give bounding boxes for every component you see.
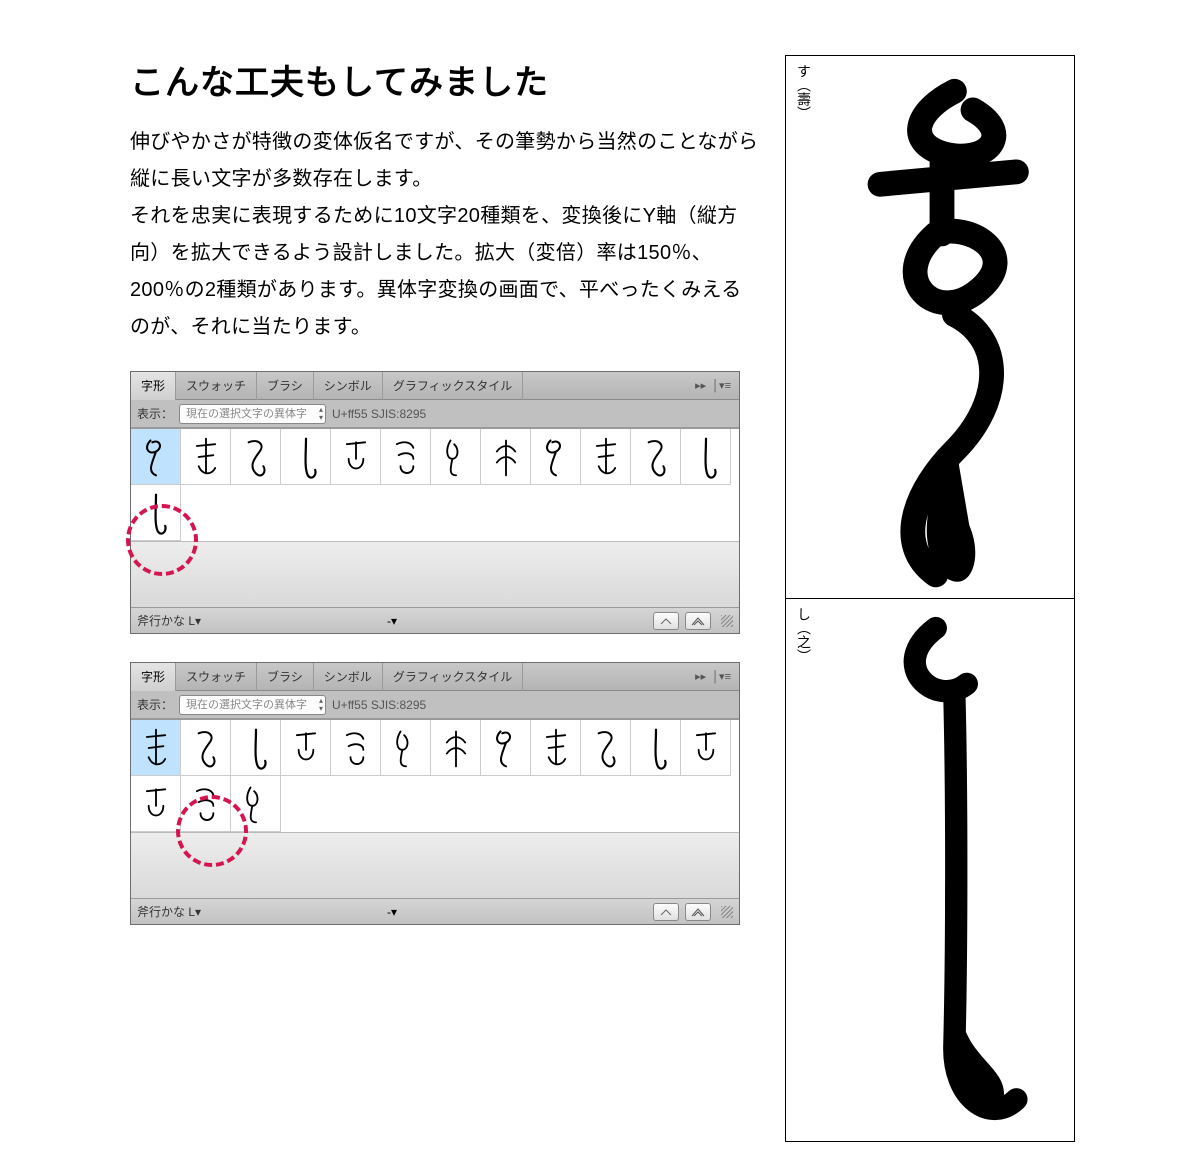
glyph-panel: 字形スウォッチブラシシンボルグラフィックスタイル ▸▸ │▾≡ 表示： 現在の選… [130,662,740,925]
font-select[interactable]: 斧行かな L▾ [137,612,381,629]
panel-tab[interactable]: グラフィックスタイル [383,372,523,400]
panel-tab[interactable]: ブラシ [257,663,314,691]
show-label: 表示： [137,696,173,713]
font-select[interactable]: 斧行かな L▾ [137,903,381,920]
sample-label: し（之） [794,607,814,1133]
glyph-cell[interactable] [281,429,331,485]
glyph-cell[interactable] [231,720,281,776]
sample-glyph [818,607,1066,1133]
glyph-cell[interactable] [431,429,481,485]
panel-tab[interactable]: ブラシ [257,372,314,400]
fast-forward-icon[interactable]: ▸▸ [695,670,706,683]
body-text: 伸びやかさが特徴の変体仮名ですが、その筆勢から当然のことながら縦に長い文字が多数… [130,124,760,346]
glyph-cell[interactable] [131,720,181,776]
unicode-info: U+ff55 SJIS:8295 [332,407,426,421]
glyph-cell[interactable] [281,720,331,776]
panel-tab[interactable]: スウォッチ [176,663,257,691]
show-select[interactable]: 現在の選択文字の異体字▴▾ [179,404,326,424]
glyph-cell[interactable] [131,485,181,541]
unicode-info: U+ff55 SJIS:8295 [332,698,426,712]
style-select[interactable]: -▾ [387,614,397,628]
panel-tab[interactable]: シンボル [314,663,383,691]
glyph-cell[interactable] [581,429,631,485]
glyph-sample: す（壽） [785,55,1075,599]
panel-menu-icon[interactable]: │▾≡ [712,379,731,392]
resize-grip-icon[interactable] [721,615,733,627]
panel-tab[interactable]: スウォッチ [176,372,257,400]
panel-tab[interactable]: シンボル [314,372,383,400]
glyph-cell[interactable] [381,720,431,776]
zoom-out-button[interactable] [653,612,679,630]
panel-tabs: 字形スウォッチブラシシンボルグラフィックスタイル ▸▸ │▾≡ [131,663,739,691]
panel-tab[interactable]: 字形 [131,372,176,400]
glyph-grid [131,719,739,898]
panel-menu-icon[interactable]: │▾≡ [712,670,731,683]
glyph-cell[interactable] [331,429,381,485]
glyph-cell[interactable] [531,429,581,485]
panel-options-row: 表示： 現在の選択文字の異体字▴▾ U+ff55 SJIS:8295 [131,400,739,428]
glyph-cell[interactable] [681,720,731,776]
style-select[interactable]: -▾ [387,905,397,919]
glyph-cell[interactable] [231,776,281,832]
zoom-out-button[interactable] [653,903,679,921]
fast-forward-icon[interactable]: ▸▸ [695,379,706,392]
glyph-cell[interactable] [631,429,681,485]
zoom-in-button[interactable] [685,903,711,921]
show-select[interactable]: 現在の選択文字の異体字▴▾ [179,695,326,715]
glyph-grid [131,428,739,607]
glyph-cell[interactable] [231,429,281,485]
glyph-cell[interactable] [481,720,531,776]
glyph-cell[interactable] [681,429,731,485]
glyph-cell[interactable] [481,429,531,485]
glyph-cell[interactable] [181,720,231,776]
panel-options-row: 表示： 現在の選択文字の異体字▴▾ U+ff55 SJIS:8295 [131,691,739,719]
sample-glyph [818,64,1066,590]
glyph-cell[interactable] [131,429,181,485]
zoom-in-button[interactable] [685,612,711,630]
glyph-cell[interactable] [531,720,581,776]
panel-tab[interactable]: 字形 [131,663,176,691]
page-heading: こんな工夫もしてみました [130,55,760,104]
glyph-cell[interactable] [431,720,481,776]
glyph-cell[interactable] [631,720,681,776]
glyph-cell[interactable] [581,720,631,776]
glyph-cell[interactable] [331,720,381,776]
panel-footer: 斧行かな L▾ -▾ [131,607,739,633]
panel-tab[interactable]: グラフィックスタイル [383,663,523,691]
glyph-cell[interactable] [131,776,181,832]
panel-tabs: 字形スウォッチブラシシンボルグラフィックスタイル ▸▸ │▾≡ [131,372,739,400]
show-label: 表示： [137,405,173,422]
glyph-panel: 字形スウォッチブラシシンボルグラフィックスタイル ▸▸ │▾≡ 表示： 現在の選… [130,371,740,634]
glyph-cell[interactable] [381,429,431,485]
resize-grip-icon[interactable] [721,906,733,918]
glyph-cell[interactable] [181,429,231,485]
panel-footer: 斧行かな L▾ -▾ [131,898,739,924]
glyph-sample: し（之） [785,599,1075,1142]
glyph-cell[interactable] [181,776,231,832]
sample-label: す（壽） [794,64,814,590]
